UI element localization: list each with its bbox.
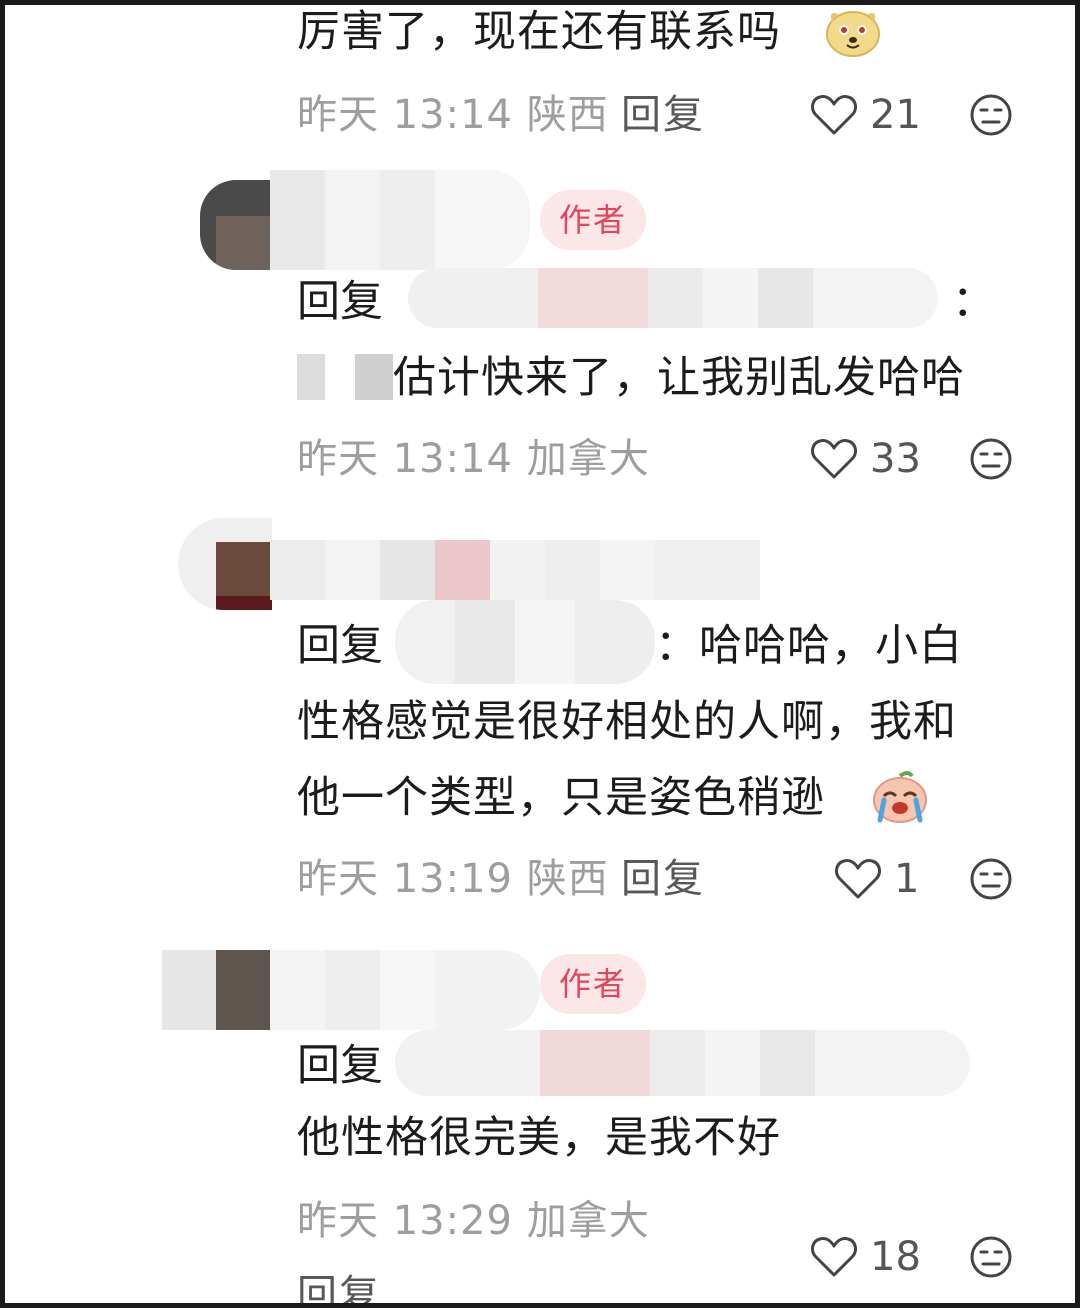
reply-prefix: 回复 (297, 277, 383, 327)
blurred-mention (408, 268, 938, 328)
reply-button[interactable]: 回复 (621, 90, 705, 140)
comment-meta: 昨天 13:29 加拿大 (297, 1198, 650, 1244)
comment-text: ：哈哈哈，小白 (655, 621, 963, 671)
blurred-mention (395, 1030, 970, 1096)
reply-prefix: 回复 (297, 621, 383, 671)
comment-meta: 昨天 13:14 陕西 (297, 92, 609, 138)
neutral-face-icon[interactable] (969, 437, 1013, 481)
like-count: 33 (870, 436, 921, 482)
blurred-fragment (297, 354, 393, 400)
avatar[interactable] (200, 180, 272, 270)
blurred-mention (395, 600, 655, 684)
author-badge: 作者 (540, 190, 646, 250)
comment-meta: 昨天 13:19 陕西 (297, 856, 609, 902)
like-count: 18 (870, 1234, 921, 1280)
neutral-face-icon[interactable] (969, 1235, 1013, 1279)
heart-outline-icon (811, 95, 857, 135)
comment-text: 他性格很完美，是我不好 (297, 1113, 781, 1163)
like-count: 21 (870, 92, 921, 138)
like-button[interactable]: 33 (810, 434, 921, 484)
comment-text: 估计快来了，让我别乱发哈哈 (393, 353, 965, 403)
reply-button[interactable]: 回复 (621, 854, 705, 904)
neutral-face-icon[interactable] (969, 93, 1013, 137)
author-badge: 作者 (540, 954, 646, 1014)
dog-face-emoji (826, 11, 880, 57)
avatar[interactable] (162, 950, 272, 1030)
like-button[interactable]: 18 (810, 1232, 921, 1282)
comment-text: 性格感觉是很好相处的人啊，我和 (297, 697, 957, 747)
reply-prefix: 回复 (297, 1041, 383, 1091)
like-count: 1 (894, 856, 920, 902)
neutral-face-icon[interactable] (969, 857, 1013, 901)
reply-colon: ： (952, 277, 995, 327)
avatar[interactable] (178, 518, 272, 610)
like-button[interactable]: 21 (810, 90, 921, 140)
comment-text: 厉害了，现在还有联系吗 (297, 7, 781, 57)
like-button[interactable]: 1 (834, 854, 919, 904)
reply-button[interactable]: 回复 (297, 1270, 381, 1303)
comment-text: 他一个类型，只是姿色稍逊 (297, 773, 825, 823)
crying-peach-emoji (873, 771, 927, 823)
heart-outline-icon (811, 1237, 857, 1277)
comment-meta: 昨天 13:14 加拿大 (297, 436, 650, 482)
heart-outline-icon (811, 439, 857, 479)
blurred-username (270, 950, 540, 1030)
heart-outline-icon (835, 859, 881, 899)
blurred-username (270, 540, 760, 600)
blurred-username (270, 170, 530, 270)
